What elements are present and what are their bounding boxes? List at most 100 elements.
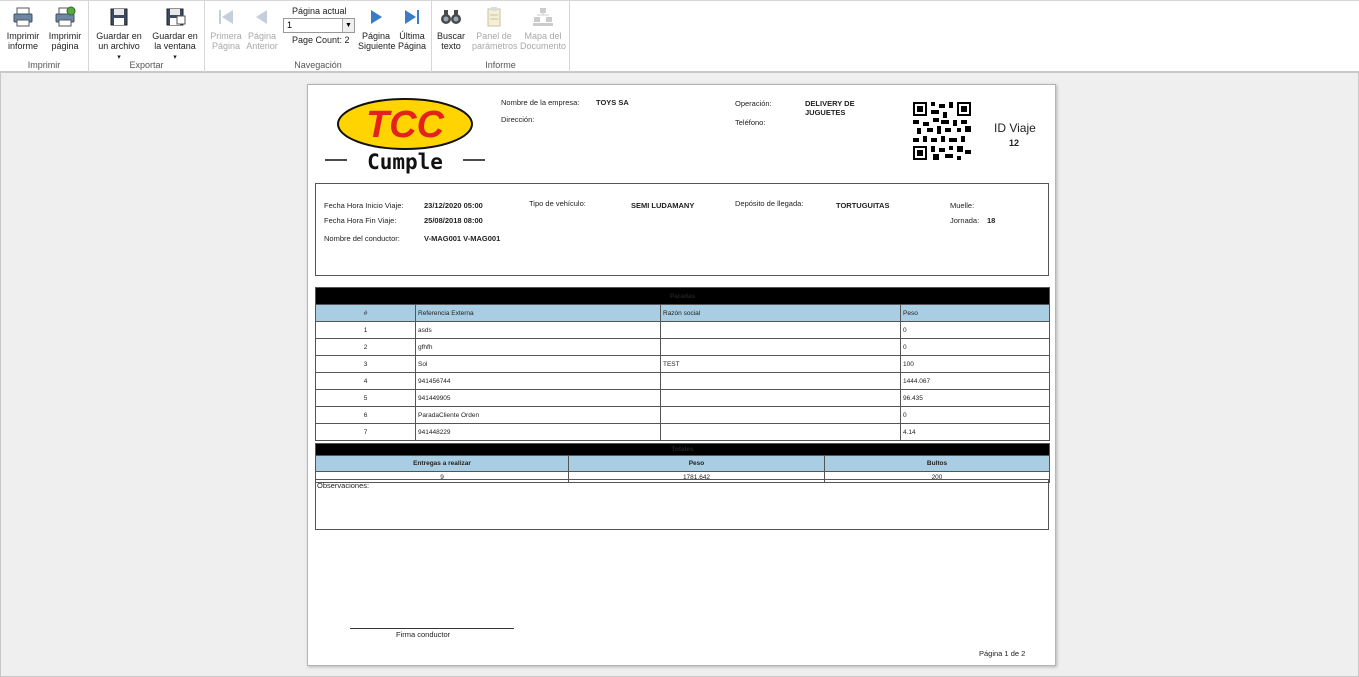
table-row: 6 ParadaCliente Orden 0 — [315, 406, 1051, 424]
paradas-table: Paradas # Referencia Externa Razón socia… — [314, 287, 1051, 441]
current-page-value: 1 — [287, 20, 293, 30]
parameters-icon — [487, 7, 501, 27]
id-viaje-label: ID Viaje — [994, 121, 1036, 135]
row-razon-social — [660, 423, 901, 441]
muelle-label: Muelle: — [950, 201, 975, 210]
first-page-label: Primera Página — [210, 31, 242, 51]
save-window-label: Guardar en la ventana — [152, 31, 198, 51]
search-text-label: Buscar texto — [436, 31, 465, 51]
col-header-total-peso: Peso — [568, 455, 825, 472]
empresa-label: Nombre de la empresa: — [501, 98, 580, 107]
tcc-cumple-logo: TCC Cumple — [325, 98, 485, 174]
next-page-button[interactable]: Página Siguiente — [358, 6, 396, 51]
conductor-label: Nombre del conductor: — [324, 234, 400, 243]
print-report-label: Imprimir informe — [6, 31, 40, 51]
save-file-icon — [110, 8, 128, 26]
previous-page-label: Página Anterior — [246, 31, 278, 51]
row-razon-social: TEST — [660, 355, 901, 373]
row-referencia: asds — [415, 321, 661, 339]
row-number: 2 — [315, 338, 416, 356]
binoculars-icon — [441, 10, 461, 24]
parameters-panel-label: Panel de parámetros — [472, 31, 518, 51]
totales-table: Totales Entregas a realizar Peso Bultos … — [315, 443, 1050, 483]
row-number: 3 — [315, 355, 416, 373]
row-peso: 0 — [899, 338, 1051, 356]
direccion-label: Dirección: — [501, 115, 535, 124]
print-report-button[interactable]: Imprimir informe — [4, 6, 42, 51]
row-number: 6 — [315, 406, 416, 424]
totales-title: Totales — [315, 443, 1050, 456]
vehiculo-value: SEMI LUDAMANY — [631, 201, 695, 210]
row-razon-social — [660, 389, 901, 407]
row-number: 5 — [315, 389, 416, 407]
next-page-icon — [371, 10, 382, 24]
last-page-label: Última Página — [397, 31, 427, 51]
group-informe: Buscar texto Panel de parámetros Mapa de… — [432, 1, 570, 72]
row-number: 4 — [315, 372, 416, 390]
operacion-value-2: JUGUETES — [805, 108, 846, 117]
chevron-down-icon[interactable]: ▼ — [342, 19, 354, 32]
deposito-value: TORTUGUITAS — [836, 201, 890, 210]
row-referencia: 941456744 — [415, 372, 661, 390]
row-razon-social — [660, 321, 901, 339]
print-page-label: Imprimir página — [48, 31, 82, 51]
observaciones-label: Observaciones: — [317, 481, 370, 490]
last-page-icon — [405, 10, 419, 24]
jornada-label: Jornada: — [950, 216, 980, 225]
table-row: 7 941448229 4.14 — [315, 423, 1051, 441]
signature-line — [350, 628, 514, 629]
jornada-value: 18 — [987, 216, 996, 225]
vehiculo-label: Tipo de vehículo: — [529, 199, 586, 208]
table-row: 3 Sol TEST 100 — [315, 355, 1051, 373]
previous-page-button[interactable]: Página Anterior — [245, 6, 279, 51]
report-viewer[interactable]: TCC Cumple Nombre de la empresa: TOYS SA… — [0, 72, 1359, 677]
print-page-icon — [55, 6, 76, 27]
row-razon-social — [660, 406, 901, 424]
page-number: Página 1 de 2 — [979, 649, 1026, 658]
current-page-label: Página actual — [292, 6, 347, 16]
document-map-label: Mapa del Documento — [519, 31, 567, 51]
table-row: 4 941456744 1444.067 — [315, 372, 1051, 390]
trip-info-box: Fecha Hora Inicio Viaje: 23/12/2020 05:0… — [315, 183, 1049, 276]
group-navegacion: Primera Página Página Anterior Página ac… — [205, 1, 432, 72]
print-page-button[interactable]: Imprimir página — [45, 6, 85, 51]
table-row: 2 gfhfh 0 — [315, 338, 1051, 356]
next-page-label: Página Siguiente — [358, 31, 396, 51]
row-razon-social — [660, 338, 901, 356]
row-peso: 1444.067 — [899, 372, 1051, 390]
row-peso: 0 — [899, 406, 1051, 424]
row-referencia: Sol — [415, 355, 661, 373]
fecha-fin-value: 25/08/2018 08:00 — [424, 216, 483, 225]
telefono-label: Teléfono: — [735, 118, 766, 127]
totales-header-row: Entregas a realizar Peso Bultos — [315, 455, 1050, 472]
group-label-navegacion: Navegación — [294, 60, 342, 70]
col-header-number: # — [315, 304, 416, 322]
col-header-referencia: Referencia Externa — [415, 304, 661, 322]
group-label-exportar: Exportar — [129, 60, 164, 70]
save-window-button[interactable]: Guardar en la ventana ▾ — [149, 6, 201, 63]
row-referencia: 941448229 — [415, 423, 661, 441]
operacion-label: Operación: — [735, 99, 772, 108]
deposito-label: Depósito de llegada: — [735, 199, 804, 208]
fecha-inicio-value: 23/12/2020 05:00 — [424, 201, 483, 210]
first-page-button[interactable]: Primera Página — [209, 6, 243, 51]
save-file-button[interactable]: Guardar en un archivo ▾ — [94, 6, 144, 63]
parameters-panel-button[interactable]: Panel de parámetros — [472, 6, 518, 51]
fecha-fin-label: Fecha Hora Fin Viaje: — [324, 216, 397, 225]
row-number: 1 — [315, 321, 416, 339]
search-text-button[interactable]: Buscar texto — [436, 6, 466, 51]
report-page: TCC Cumple Nombre de la empresa: TOYS SA… — [307, 84, 1056, 666]
group-exportar: Guardar en un archivo ▾ Guardar en la ven… — [89, 1, 205, 72]
paradas-header-row: # Referencia Externa Razón social Peso — [315, 304, 1051, 322]
document-map-button[interactable]: Mapa del Documento — [519, 6, 567, 51]
group-imprimir: Imprimir informe Imprimir página Imprimi… — [0, 1, 89, 72]
col-header-peso: Peso — [899, 304, 1051, 322]
last-page-button[interactable]: Última Página — [396, 6, 428, 51]
observaciones-box: Observaciones: — [315, 479, 1049, 530]
current-page-select[interactable]: 1 ▼ — [283, 18, 355, 33]
table-row: 1 asds 0 — [315, 321, 1051, 339]
paradas-title: Paradas — [314, 287, 1051, 305]
printer-icon — [13, 7, 33, 27]
row-peso: 4.14 — [899, 423, 1051, 441]
row-number: 7 — [315, 423, 416, 441]
